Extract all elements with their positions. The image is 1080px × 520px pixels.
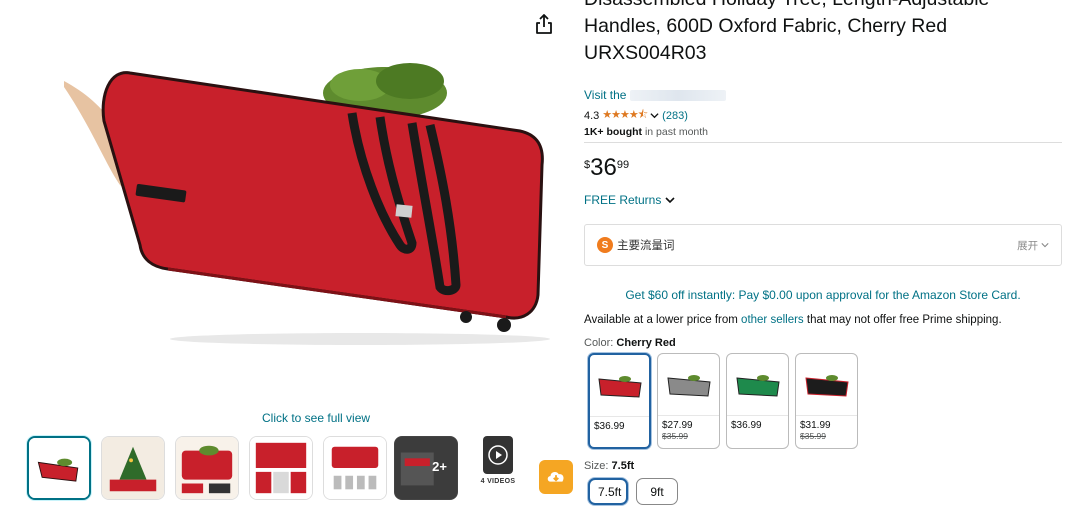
color-label-prefix: Color: [584, 337, 614, 349]
swatch-price: $27.99 [662, 420, 693, 431]
bought-count: 1K+ bought [584, 126, 643, 138]
selected-color-name: Cherry Red [616, 337, 676, 349]
keyword-expand-label[interactable]: 展开 [1017, 240, 1038, 252]
swatch-image [590, 355, 649, 417]
thumbnail-image-1[interactable] [27, 436, 91, 500]
keyword-panel: S 主要流量词 展开 [584, 224, 1062, 266]
free-returns-label[interactable]: FREE Returns [584, 193, 661, 207]
blurred-store-name [630, 90, 727, 102]
swatch-price: $36.99 [594, 421, 625, 432]
review-count-link[interactable]: (283) [662, 110, 688, 122]
product-title: Disassembled Holiday Tree, Length-Adjust… [584, 0, 989, 64]
keyword-panel-label: 主要流量词 [617, 240, 675, 252]
chevron-down-icon[interactable] [650, 111, 659, 120]
share-icon[interactable] [533, 12, 555, 36]
price-fraction: 99 [616, 159, 630, 171]
divider [584, 142, 1062, 143]
size-label: Size: 7.5ft [584, 460, 634, 472]
main-product-image[interactable] [60, 55, 560, 355]
chevron-down-icon[interactable] [1041, 241, 1049, 249]
color-label: Color: Cherry Red [584, 337, 676, 349]
bought-in-past-month: 1K+ bought in past month [584, 126, 708, 138]
size-label-prefix: Size: [584, 460, 609, 472]
thumbnail-image-3[interactable] [175, 436, 239, 500]
bought-period: in past month [644, 126, 709, 138]
full-view-link[interactable]: Click to see full view [262, 411, 370, 425]
size-option-9ft[interactable]: 9ft [636, 478, 678, 505]
thumbnail-image-2[interactable] [101, 436, 165, 500]
thumbnail-more[interactable]: 2+ [394, 436, 458, 500]
price-whole: 36 [590, 154, 617, 181]
swatch-image [658, 354, 719, 416]
swatch-image [727, 354, 788, 416]
selected-size: 7.5ft [611, 460, 635, 472]
videos-thumbnail[interactable]: 4 VIDEOS [478, 436, 518, 500]
keyword-expand-button[interactable]: 展开 [1017, 238, 1049, 253]
store-link-prefix[interactable]: Visit the [584, 88, 626, 102]
star-rating-icon[interactable]: ★★★★⯪ [602, 106, 648, 125]
rating-value: 4.3 [584, 109, 600, 122]
rating-row: 4.3 ★★★★⯪ (283) [584, 106, 688, 125]
size-option-7-5ft[interactable]: 7.5ft [588, 478, 628, 505]
swatch-price: $31.99 [800, 420, 831, 431]
color-swatch-black[interactable]: $31.99 $35.99 [795, 353, 858, 449]
lower-price-notice: Available at a lower price from other se… [584, 314, 1002, 326]
store-link[interactable]: Visit the [584, 88, 727, 102]
cloud-download-icon[interactable] [539, 460, 573, 494]
keyword-icon: S [597, 237, 613, 253]
price: $ 36 99 [584, 155, 629, 181]
lower-price-before: Available at a lower price from [584, 314, 738, 326]
store-card-offer-link[interactable]: Get $60 off instantly: Pay $0.00 upon ap… [584, 288, 1062, 302]
swatch-old-price: $35.99 [662, 431, 688, 441]
lower-price-after: that may not offer free Prime shipping. [806, 314, 1002, 326]
thumbnail-image-4[interactable] [249, 436, 313, 500]
chevron-down-icon[interactable] [665, 195, 675, 205]
color-swatch-gray[interactable]: $27.99 $35.99 [657, 353, 720, 449]
more-count: 2+ [432, 459, 447, 474]
free-returns-link[interactable]: FREE Returns [584, 193, 675, 207]
swatch-price: $36.99 [731, 420, 762, 431]
videos-label: 4 VIDEOS [480, 478, 516, 485]
thumbnail-image-5[interactable] [323, 436, 387, 500]
other-sellers-link[interactable]: other sellers [741, 314, 804, 326]
color-swatch-cherry-red[interactable]: $36.99 [588, 353, 651, 449]
play-icon [488, 445, 508, 465]
swatch-old-price: $35.99 [800, 431, 826, 441]
color-swatch-green[interactable]: $36.99 [726, 353, 789, 449]
swatch-image [796, 354, 857, 416]
